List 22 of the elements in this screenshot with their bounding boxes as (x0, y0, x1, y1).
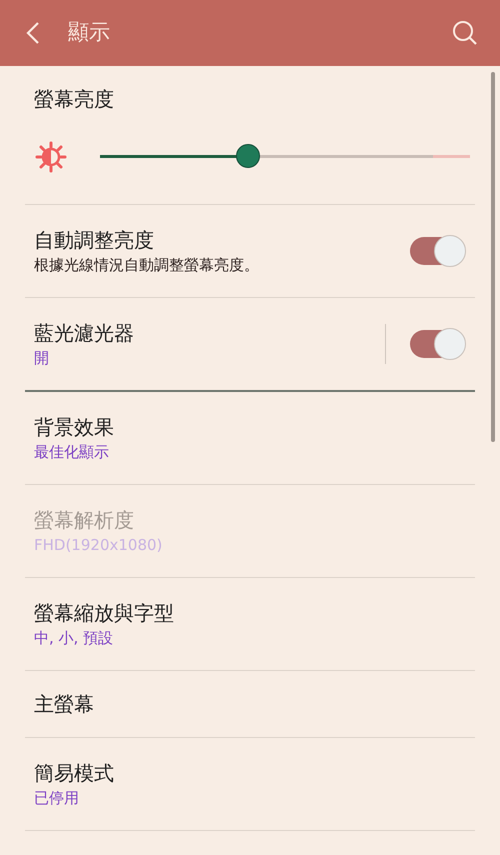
back-icon[interactable] (26, 21, 40, 45)
setting-title: 螢幕縮放與字型 (34, 600, 175, 626)
setting-title: 背景效果 (34, 414, 115, 440)
toggle-switch[interactable] (410, 237, 464, 265)
setting-title: 藍光濾光器 (34, 320, 135, 346)
setting-title: 螢幕解析度 (34, 506, 135, 532)
setting-summary: 已停用 (34, 788, 80, 808)
search-icon[interactable] (452, 20, 478, 46)
screen-title: 顯示 (68, 19, 110, 46)
setting-summary: 最佳化顯示 (34, 442, 110, 462)
setting-summary: 開 (34, 348, 50, 368)
setting-title: 主螢幕 (34, 691, 95, 717)
brightness-slider[interactable] (100, 144, 470, 170)
setting-title: 簡易模式 (34, 760, 115, 786)
slider-thumb[interactable] (236, 144, 260, 168)
brightness-icon (34, 140, 68, 174)
setting-description: 根據光線情況自動調整螢幕亮度。 (34, 254, 260, 276)
setting-title: 自動調整亮度 (34, 226, 155, 252)
setting-summary: FHD(1920x1080) (34, 534, 164, 556)
setting-title: 螢幕亮度 (34, 86, 115, 112)
setting-summary: 中, 小, 預設 (34, 628, 114, 648)
toggle-switch[interactable] (410, 330, 464, 358)
